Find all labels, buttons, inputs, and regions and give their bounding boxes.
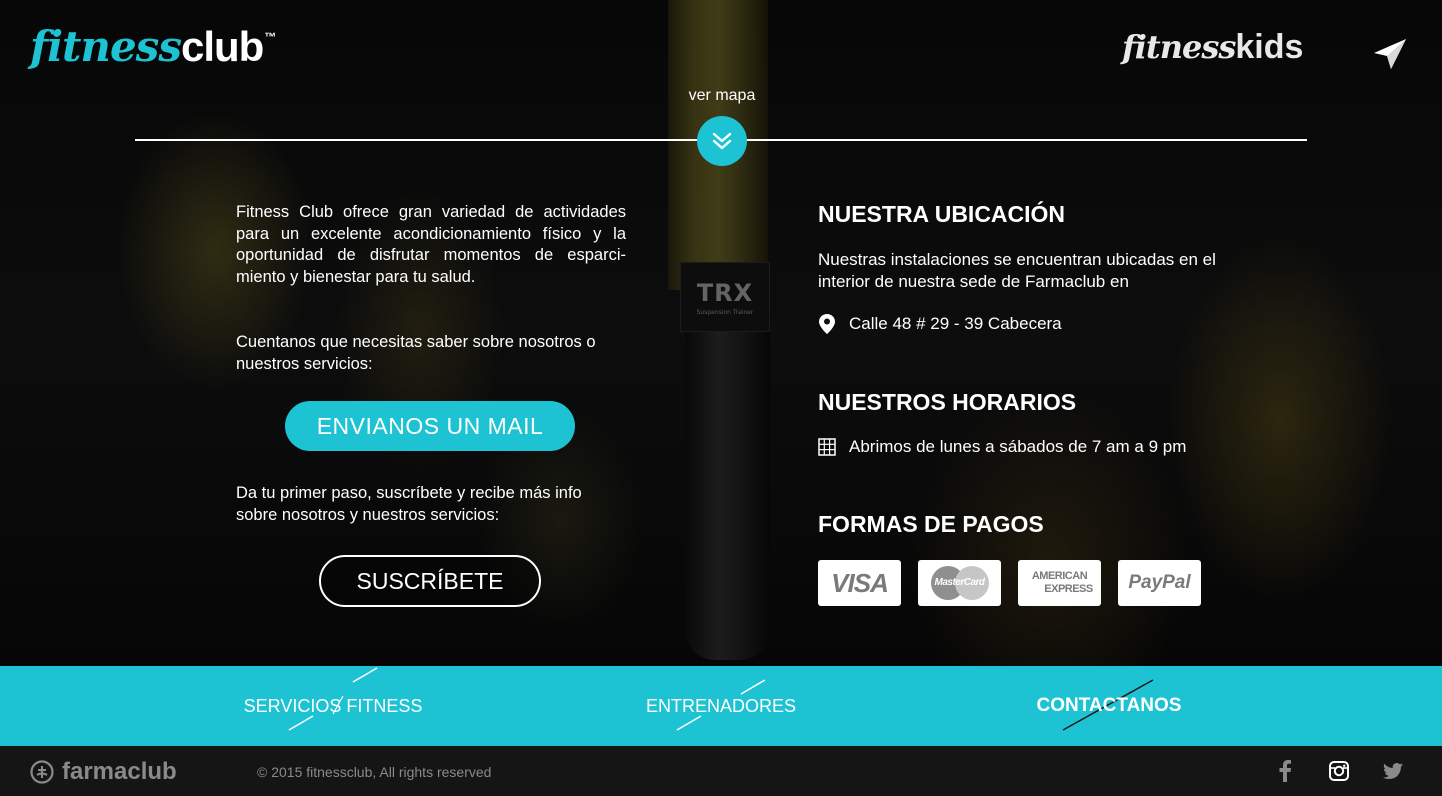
footer: farmaclub © 2015 fitnessclub, All rights… (0, 746, 1442, 796)
amex-line2: EXPRESS (1044, 583, 1093, 595)
visa-logo: VISA (818, 560, 901, 606)
map-toggle-button[interactable] (697, 116, 747, 166)
logo-tm: ™ (264, 30, 277, 44)
send-mail-button[interactable]: ENVIANOS UN MAIL (285, 401, 575, 451)
subscribe-text: Da tu primer paso, suscríbete y recibe m… (236, 484, 582, 524)
payment-methods: VISA MasterCard AMERICAN EXPRESS PayPal (818, 560, 1218, 606)
instagram-icon[interactable] (1328, 760, 1350, 782)
mastercard-logo: MasterCard (918, 560, 1001, 606)
farmaclub-icon (30, 760, 54, 784)
payments-title: FORMAS DE PAGOS (818, 511, 1044, 537)
facebook-icon[interactable] (1274, 760, 1296, 782)
nav-servicios-fitness[interactable]: SERVICIOS FITNESS (233, 666, 433, 746)
intro-text: Fitness Club ofrece gran variedad de act… (236, 203, 626, 286)
nav-label: SERVICIOS FITNESS (243, 695, 423, 716)
address-row: Calle 48 # 29 - 39 Cabecera (818, 314, 1062, 334)
send-icon[interactable] (1372, 36, 1408, 72)
nav-entrenadores[interactable]: ENTRENADORES (621, 666, 821, 746)
subscribe-button[interactable]: SUSCRÍBETE (319, 555, 541, 607)
twitter-icon[interactable] (1382, 760, 1404, 782)
fitnessclub-logo[interactable]: fitness club ™ (30, 22, 276, 76)
copyright-text: © 2015 fitnessclub, All rights reserved (257, 764, 492, 780)
amex-logo: AMERICAN EXPRESS (1018, 560, 1101, 606)
map-pin-icon (818, 314, 836, 334)
paypal-text: PayPal (1128, 572, 1191, 593)
address-text: Calle 48 # 29 - 39 Cabecera (849, 314, 1062, 333)
farmaclub-text: farmaclub (62, 758, 177, 785)
amex-line1: AMERICAN (1031, 570, 1088, 582)
nav-label: CONTACTANOS (1036, 695, 1182, 716)
nav-label: ENTRENADORES (645, 695, 797, 716)
calendar-icon (818, 437, 836, 457)
main-nav: SERVICIOS FITNESS ENTRENADORES CONTACTAN… (0, 666, 1442, 746)
logo-fitness-text: fitness (30, 22, 182, 71)
location-text: Nuestras instalaciones se encuentran ubi… (818, 250, 1216, 291)
logo-club-text: club (180, 23, 264, 70)
ver-mapa-link[interactable]: ver mapa (672, 87, 772, 105)
hours-title: NUESTROS HORARIOS (818, 389, 1077, 415)
mastercard-text: MasterCard (934, 577, 985, 588)
visa-text: VISA (831, 567, 889, 598)
farmaclub-logo[interactable]: farmaclub (30, 758, 177, 786)
double-chevron-down-icon (712, 132, 732, 150)
nav-contactanos[interactable]: CONTACTANOS (1009, 666, 1209, 746)
paypal-logo: PayPal (1118, 560, 1201, 606)
intro-block: Fitness Club ofrece gran variedad de act… (236, 202, 626, 288)
ask-text: Cuentanos que necesitas saber sobre noso… (236, 333, 596, 373)
location-title: NUESTRA UBICACIÓN (818, 201, 1066, 227)
hours-row: Abrimos de lunes a sábados de 7 am a 9 p… (818, 437, 1186, 457)
fitnesskids-link[interactable]: fitness kids (1122, 28, 1303, 67)
kids-kids-text: kids (1235, 28, 1304, 66)
hours-text: Abrimos de lunes a sábados de 7 am a 9 p… (849, 437, 1187, 456)
kids-fitness-text: fitness (1122, 28, 1236, 66)
